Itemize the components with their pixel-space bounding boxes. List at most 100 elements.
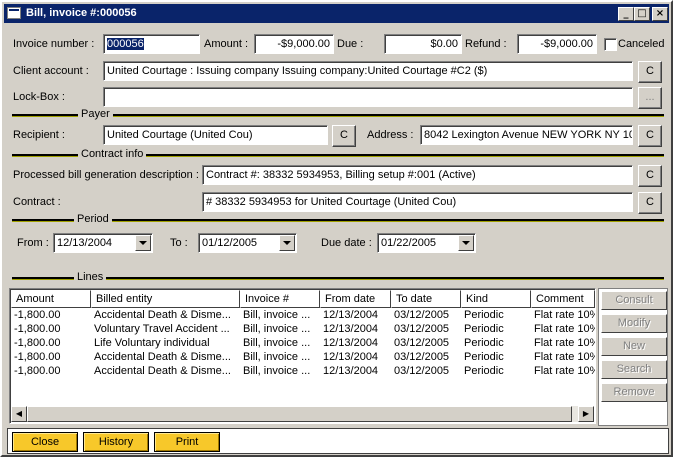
scroll-left-icon[interactable]: ◀	[11, 406, 27, 422]
minimize-button[interactable]: _	[618, 7, 634, 21]
contract-label: Contract :	[13, 196, 61, 208]
column-header-amount[interactable]: Amount	[11, 290, 91, 308]
lines-action-panel: Consult Modify New Search Remove	[598, 288, 668, 426]
address-field[interactable]: 8042 Lexington Avenue NEW YORK NY 10	[420, 125, 633, 145]
bill-invoice-window: Bill, invoice #:000056 _ □ × Invoice num…	[0, 0, 673, 457]
modify-button[interactable]: Modify	[601, 314, 667, 333]
cell-to-date: 03/12/2005	[394, 351, 450, 363]
footer-bar: Close History Print	[7, 428, 669, 454]
cell-invoice: Bill, invoice ...	[243, 323, 311, 335]
lockbox-label: Lock-Box :	[13, 91, 65, 103]
column-header-kind[interactable]: Kind	[461, 290, 531, 308]
refund-label: Refund :	[465, 38, 507, 50]
cell-from-date: 12/13/2004	[323, 323, 379, 335]
restore-button[interactable]: □	[634, 7, 650, 21]
from-date-picker[interactable]: 12/13/2004	[53, 233, 153, 253]
payer-section-title: Payer	[78, 108, 113, 120]
lines-section-title: Lines	[74, 271, 107, 283]
recipient-c-button[interactable]: C	[332, 125, 356, 147]
close-button[interactable]: Close	[12, 432, 78, 452]
from-date-value: 12/13/2004	[57, 237, 113, 249]
remove-button[interactable]: Remove	[601, 383, 667, 402]
amount-label: Amount :	[204, 38, 249, 50]
cell-kind: Periodic	[464, 365, 504, 377]
cell-from-date: 12/13/2004	[323, 337, 379, 349]
window-app-icon	[7, 7, 21, 19]
contract-info-section-divider: Contract info	[12, 148, 664, 160]
print-button[interactable]: Print	[154, 432, 220, 452]
invoice-number-value: 000056	[107, 38, 144, 50]
lines-table[interactable]: Amount Billed entity Invoice # From date…	[9, 288, 596, 424]
title-bar[interactable]: Bill, invoice #:000056 _ □ ×	[4, 4, 669, 23]
horizontal-scrollbar[interactable]: ◀ ▶	[11, 406, 594, 422]
column-header-billed-entity[interactable]: Billed entity	[91, 290, 240, 308]
payer-section-divider: Payer	[12, 108, 664, 120]
to-label: To :	[170, 237, 188, 249]
consult-button[interactable]: Consult	[601, 291, 667, 310]
cell-amount: -1,800.00	[14, 337, 61, 349]
contract-c-button[interactable]: C	[638, 192, 662, 214]
due-field[interactable]: $0.00	[384, 34, 462, 54]
client-account-field[interactable]: United Courtage : Issuing company Issuin…	[103, 61, 633, 81]
processed-bill-field[interactable]: Contract #: 38332 5934953, Billing setup…	[202, 165, 633, 185]
refund-field[interactable]: -$9,000.00	[517, 34, 597, 54]
client-account-c-button[interactable]: C	[638, 61, 662, 83]
amount-field[interactable]: -$9,000.00	[254, 34, 334, 54]
chevron-down-icon[interactable]	[279, 235, 295, 251]
cell-from-date: 12/13/2004	[323, 351, 379, 363]
column-header-comment[interactable]: Comment	[531, 290, 595, 308]
cell-amount: -1,800.00	[14, 323, 61, 335]
cell-kind: Periodic	[464, 351, 504, 363]
cell-invoice: Bill, invoice ...	[243, 309, 311, 321]
contract-info-section-title: Contract info	[78, 148, 147, 160]
cell-to-date: 03/12/2005	[394, 337, 450, 349]
recipient-field[interactable]: United Courtage (United Cou)	[103, 125, 328, 145]
chevron-down-icon[interactable]	[458, 235, 474, 251]
cell-comment: Flat rate 10%	[534, 323, 595, 335]
contract-field[interactable]: # 38332 5934953 for United Courtage (Uni…	[202, 192, 633, 212]
cell-comment: Flat rate 10%	[534, 351, 595, 363]
processed-bill-label: Processed bill generation description :	[13, 169, 199, 181]
column-header-to-date[interactable]: To date	[391, 290, 461, 308]
scroll-right-icon[interactable]: ▶	[578, 406, 594, 422]
cell-billed-entity: Life Voluntary individual	[94, 337, 210, 349]
cell-invoice: Bill, invoice ...	[243, 351, 311, 363]
cell-kind: Periodic	[464, 323, 504, 335]
cell-from-date: 12/13/2004	[323, 309, 379, 321]
new-button[interactable]: New	[601, 337, 667, 356]
cell-comment: Flat rate 10%	[534, 337, 595, 349]
invoice-number-label: Invoice number :	[13, 38, 95, 50]
period-section-divider: Period	[12, 213, 664, 225]
cell-comment: Flat rate 10%	[534, 365, 595, 377]
chevron-down-icon[interactable]	[135, 235, 151, 251]
cell-to-date: 03/12/2005	[394, 309, 450, 321]
invoice-number-field[interactable]: 000056	[103, 34, 200, 54]
to-date-value: 01/12/2005	[202, 237, 258, 249]
cell-to-date: 03/12/2005	[394, 365, 450, 377]
lockbox-browse-button[interactable]: ...	[638, 87, 662, 109]
due-date-value: 01/22/2005	[381, 237, 437, 249]
cell-amount: -1,800.00	[14, 365, 61, 377]
canceled-label: Canceled	[618, 38, 665, 50]
search-button[interactable]: Search	[601, 360, 667, 379]
cell-kind: Periodic	[464, 309, 504, 321]
lockbox-field[interactable]	[103, 87, 633, 107]
column-header-from-date[interactable]: From date	[320, 290, 391, 308]
from-label: From :	[17, 237, 49, 249]
scroll-thumb[interactable]	[27, 406, 572, 422]
recipient-label: Recipient :	[13, 129, 65, 141]
processed-bill-c-button[interactable]: C	[638, 165, 662, 187]
cell-from-date: 12/13/2004	[323, 365, 379, 377]
to-date-picker[interactable]: 01/12/2005	[198, 233, 297, 253]
address-c-button[interactable]: C	[638, 125, 662, 147]
history-button[interactable]: History	[83, 432, 149, 452]
period-section-title: Period	[74, 213, 112, 225]
cell-billed-entity: Accidental Death & Disme...	[94, 351, 231, 363]
due-date-picker[interactable]: 01/22/2005	[377, 233, 476, 253]
column-header-invoice[interactable]: Invoice #	[240, 290, 320, 308]
cell-invoice: Bill, invoice ...	[243, 365, 311, 377]
due-label: Due :	[337, 38, 364, 50]
lines-section-divider: Lines	[12, 271, 664, 283]
canceled-checkbox[interactable]	[604, 38, 617, 51]
close-window-button[interactable]: ×	[652, 7, 668, 21]
